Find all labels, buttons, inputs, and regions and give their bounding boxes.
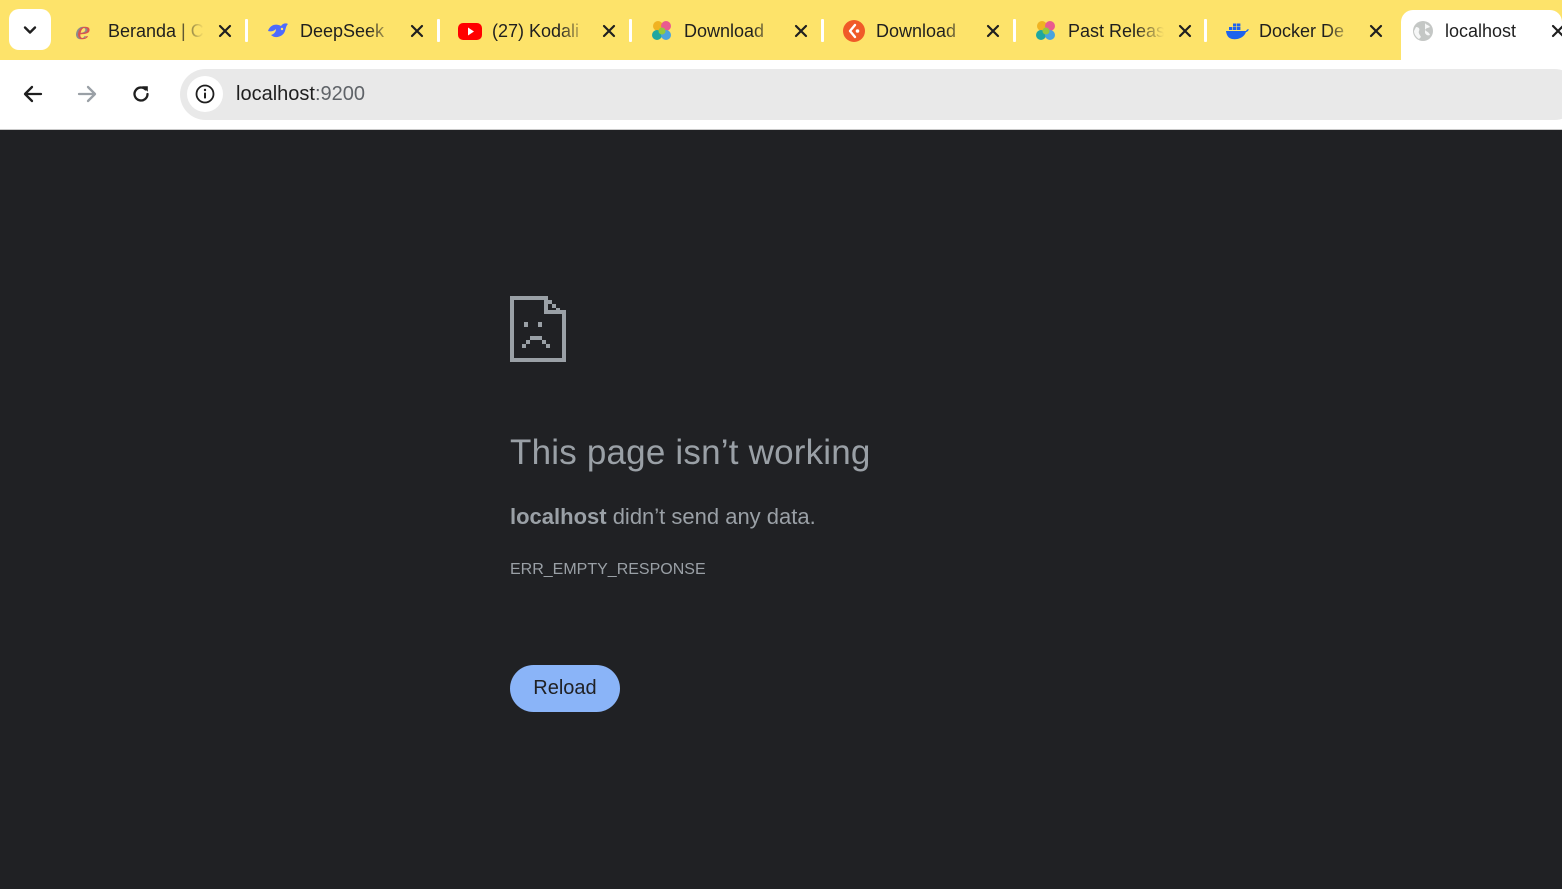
error-code: ERR_EMPTY_RESPONSE <box>510 561 706 578</box>
elastic-icon <box>650 19 674 43</box>
reload-toolbar-button[interactable] <box>123 76 159 112</box>
site-info-icon[interactable] <box>187 76 223 112</box>
deepseek-whale-icon <box>266 19 290 43</box>
svg-text:e: e <box>77 19 91 43</box>
tab-title: Beranda | C <box>108 21 204 41</box>
close-icon[interactable] <box>406 20 428 42</box>
forward-button[interactable] <box>69 76 105 112</box>
chevron-down-icon <box>23 25 37 34</box>
tab-beranda[interactable]: e e Beranda | C <box>64 10 254 52</box>
close-icon[interactable] <box>214 20 236 42</box>
orange-circle-icon <box>842 19 866 43</box>
tab-strip: e e Beranda | C DeepSeek (27) Kodali Dow… <box>0 0 1562 60</box>
tab-past-releases[interactable]: Past Releas <box>1024 10 1214 52</box>
error-host: localhost <box>510 504 607 529</box>
close-icon[interactable] <box>598 20 620 42</box>
tab-divider <box>437 19 440 42</box>
sad-page-icon <box>510 296 566 362</box>
error-page: This page isn’t working localhost didn’t… <box>0 130 1562 889</box>
tab-title: localhost <box>1445 21 1517 41</box>
elastic-icon <box>1034 19 1058 43</box>
tab-download-elastic[interactable]: Download <box>640 10 830 52</box>
docker-whale-icon <box>1225 19 1249 43</box>
address-bar[interactable]: localhost:9200 <box>180 69 1562 120</box>
reload-button[interactable]: Reload <box>510 665 620 712</box>
youtube-icon <box>458 19 482 43</box>
close-icon[interactable] <box>790 20 812 42</box>
close-icon[interactable] <box>1365 20 1387 42</box>
error-heading: This page isn’t working <box>510 433 871 472</box>
arrow-right-icon <box>77 85 97 103</box>
close-icon[interactable] <box>1547 20 1562 42</box>
browser-toolbar: localhost:9200 <box>0 60 1562 130</box>
tab-title: (27) Kodali <box>492 21 580 41</box>
tab-docker[interactable]: Docker De <box>1215 10 1405 52</box>
tab-divider <box>1013 19 1016 42</box>
tab-divider <box>1204 19 1207 42</box>
back-button[interactable] <box>15 76 51 112</box>
tab-divider <box>821 19 824 42</box>
tab-title: DeepSeek <box>300 21 385 41</box>
close-icon[interactable] <box>1174 20 1196 42</box>
error-description: localhost didn’t send any data. <box>510 504 816 530</box>
reload-icon <box>133 86 149 102</box>
tab-title: Download <box>684 21 765 41</box>
tab-title: Docker De <box>1259 21 1345 41</box>
url-port: :9200 <box>314 83 365 105</box>
tab-youtube[interactable]: (27) Kodali <box>448 10 638 52</box>
arrow-left-icon <box>23 85 43 103</box>
tab-title: Download <box>876 21 957 41</box>
url-host: localhost <box>236 83 315 105</box>
tab-search-button[interactable] <box>9 9 51 50</box>
tab-deepseek[interactable]: DeepSeek <box>256 10 446 52</box>
url-text[interactable]: localhost:9200 <box>236 83 365 106</box>
tab-download-orange[interactable]: Download <box>832 10 1022 52</box>
tab-title: Past Releas <box>1068 21 1164 41</box>
globe-icon <box>1411 19 1435 43</box>
close-icon[interactable] <box>982 20 1004 42</box>
tab-localhost[interactable]: localhost <box>1401 10 1562 60</box>
edge-e-icon: e e <box>74 19 98 43</box>
tab-divider <box>245 19 248 42</box>
error-message: didn’t send any data. <box>606 504 816 529</box>
tab-divider <box>629 19 632 42</box>
